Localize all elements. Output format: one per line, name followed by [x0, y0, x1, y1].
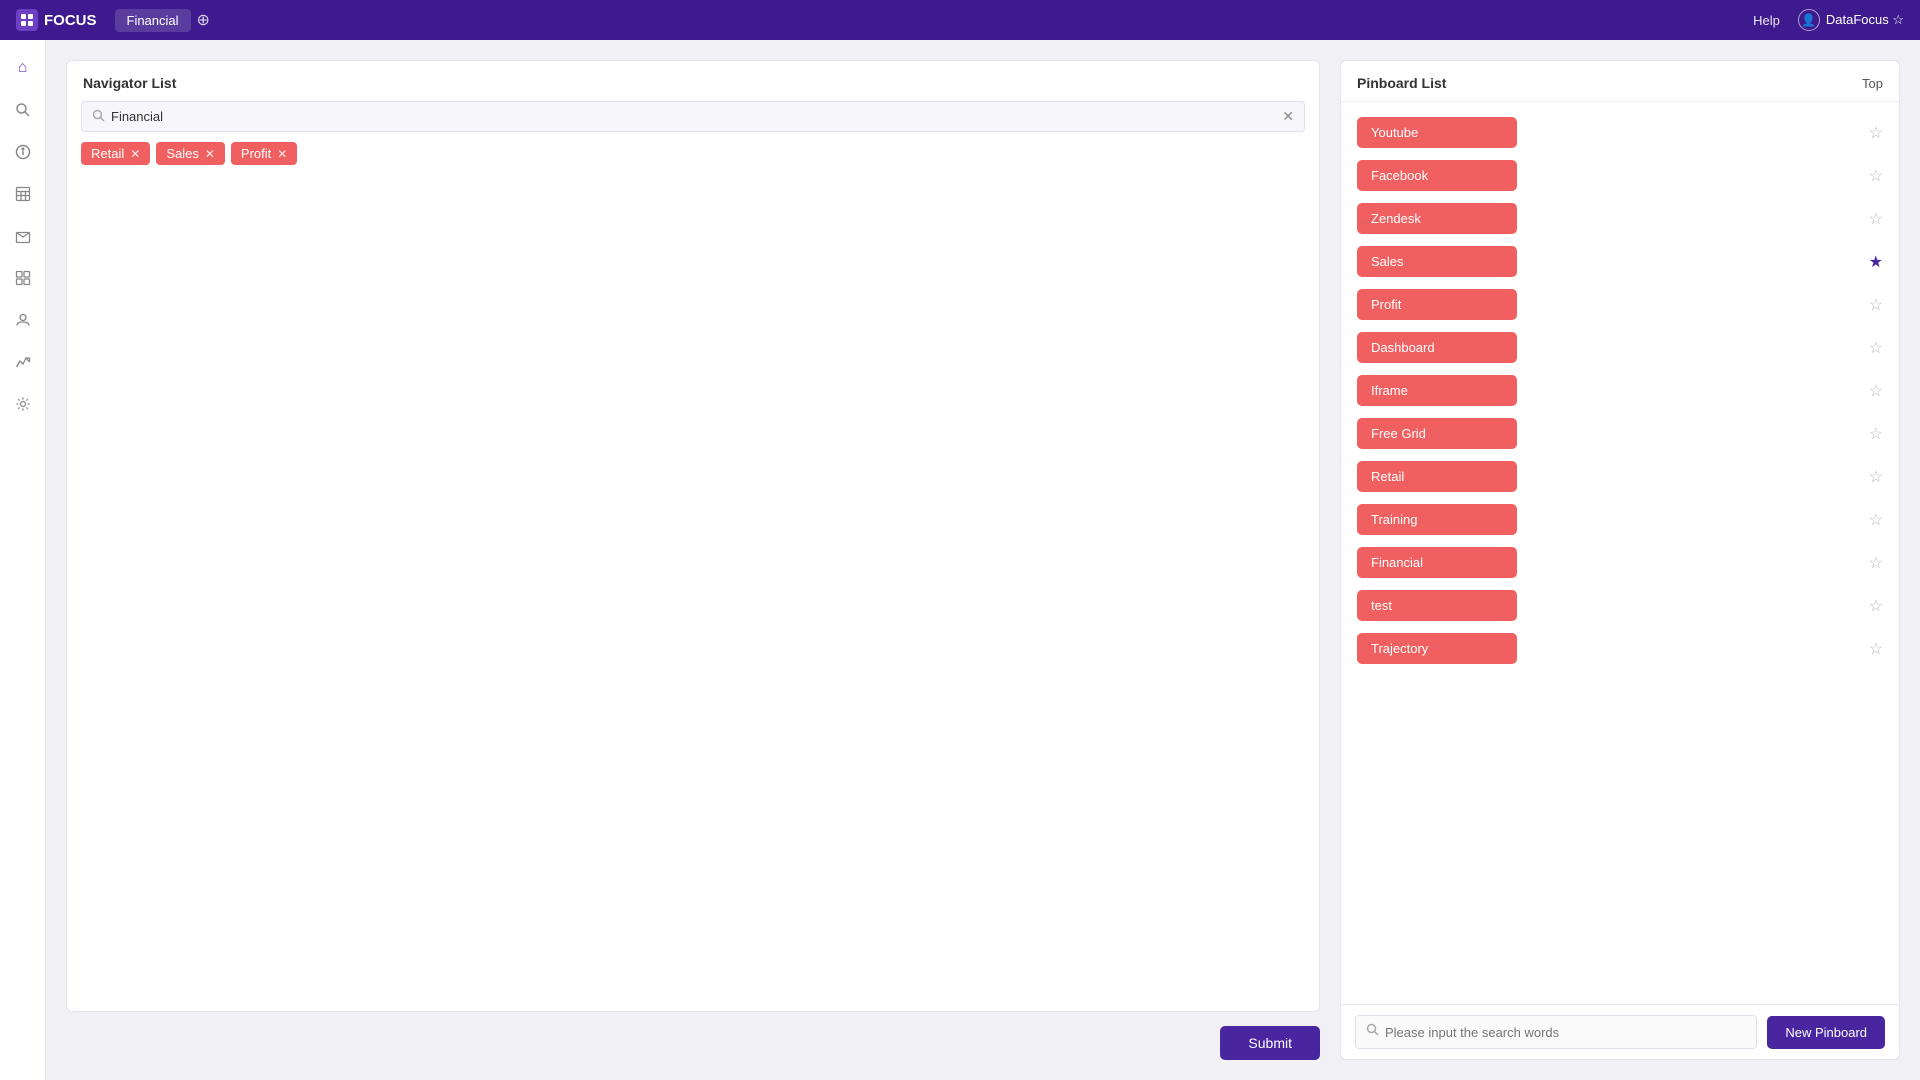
- list-item: Financial ☆: [1357, 542, 1883, 583]
- submit-button[interactable]: Submit: [1220, 1026, 1320, 1060]
- list-item: Iframe ☆: [1357, 370, 1883, 411]
- user-menu[interactable]: 👤 DataFocus ☆: [1798, 9, 1904, 31]
- list-item: test ☆: [1357, 585, 1883, 626]
- star-test[interactable]: ☆: [1869, 596, 1883, 616]
- tag-sales: Sales ✕: [156, 142, 225, 165]
- topbar: FOCUS Financial ⊕ Help 👤 DataFocus ☆: [0, 0, 1920, 40]
- list-item: Sales ★: [1357, 241, 1883, 282]
- star-zendesk[interactable]: ☆: [1869, 209, 1883, 229]
- user-label: DataFocus ☆: [1826, 12, 1904, 28]
- pinboard-panel: Pinboard List Top Youtube ☆ Facebook ☆ Z…: [1340, 60, 1900, 1060]
- tag-retail-close[interactable]: ✕: [130, 147, 140, 161]
- tag-sales-close[interactable]: ✕: [205, 147, 215, 161]
- navigator-title: Navigator List: [67, 61, 1319, 101]
- sidebar-item-inbox[interactable]: [7, 220, 39, 252]
- pinboard-title: Pinboard List: [1357, 75, 1446, 91]
- tag-sales-label: Sales: [166, 146, 199, 161]
- pinboard-item-youtube[interactable]: Youtube: [1357, 117, 1517, 148]
- star-sales[interactable]: ★: [1869, 252, 1883, 272]
- pinboard-footer: New Pinboard: [1341, 1004, 1899, 1059]
- tag-retail-label: Retail: [91, 146, 124, 161]
- search-row: ✕: [81, 101, 1305, 132]
- list-item: Dashboard ☆: [1357, 327, 1883, 368]
- tag-profit-label: Profit: [241, 146, 271, 161]
- topbar-right: Help 👤 DataFocus ☆: [1753, 9, 1904, 31]
- star-dashboard[interactable]: ☆: [1869, 338, 1883, 358]
- pinboard-list: Youtube ☆ Facebook ☆ Zendesk ☆ Sales ★ P…: [1341, 102, 1899, 1004]
- list-item: Trajectory ☆: [1357, 628, 1883, 669]
- pinboard-item-retail[interactable]: Retail: [1357, 461, 1517, 492]
- search-icon: [92, 109, 105, 125]
- pinboard-item-freegrid[interactable]: Free Grid: [1357, 418, 1517, 449]
- pinboard-item-facebook[interactable]: Facebook: [1357, 160, 1517, 191]
- star-youtube[interactable]: ☆: [1869, 123, 1883, 143]
- sidebar: ⌂: [0, 40, 46, 1080]
- pinboard-item-sales[interactable]: Sales: [1357, 246, 1517, 277]
- star-iframe[interactable]: ☆: [1869, 381, 1883, 401]
- pinboard-item-trajectory[interactable]: Trajectory: [1357, 633, 1517, 664]
- sidebar-item-info[interactable]: [7, 136, 39, 168]
- search-icon: [1366, 1023, 1379, 1041]
- star-freegrid[interactable]: ☆: [1869, 424, 1883, 444]
- pinboard-item-training[interactable]: Training: [1357, 504, 1517, 535]
- sidebar-item-table[interactable]: [7, 178, 39, 210]
- star-profit[interactable]: ☆: [1869, 295, 1883, 315]
- list-item: Training ☆: [1357, 499, 1883, 540]
- star-facebook[interactable]: ☆: [1869, 166, 1883, 186]
- pinboard-item-profit[interactable]: Profit: [1357, 289, 1517, 320]
- user-avatar-icon: 👤: [1798, 9, 1820, 31]
- new-pinboard-button[interactable]: New Pinboard: [1767, 1016, 1885, 1049]
- pinboard-item-financial[interactable]: Financial: [1357, 547, 1517, 578]
- pinboard-search-box: [1355, 1015, 1757, 1049]
- pinboard-item-zendesk[interactable]: Zendesk: [1357, 203, 1517, 234]
- pinboard-header: Pinboard List Top: [1341, 61, 1899, 102]
- app-name: FOCUS: [44, 12, 97, 29]
- tag-profit-close[interactable]: ✕: [277, 147, 287, 161]
- navigator-panel: Navigator List ✕ Retail ✕ Sales: [66, 60, 1320, 1012]
- sidebar-item-settings[interactable]: [7, 388, 39, 420]
- list-item: Profit ☆: [1357, 284, 1883, 325]
- list-item: Retail ☆: [1357, 456, 1883, 497]
- star-retail[interactable]: ☆: [1869, 467, 1883, 487]
- sidebar-item-analytics[interactable]: [7, 346, 39, 378]
- pinboard-item-test[interactable]: test: [1357, 590, 1517, 621]
- tag-retail: Retail ✕: [81, 142, 150, 165]
- sidebar-item-grid[interactable]: [7, 262, 39, 294]
- pinboard-top-label[interactable]: Top: [1862, 76, 1883, 91]
- pinboard-item-dashboard[interactable]: Dashboard: [1357, 332, 1517, 363]
- list-item: Free Grid ☆: [1357, 413, 1883, 454]
- submit-row: Submit: [66, 1012, 1320, 1060]
- main-layout: ⌂: [0, 40, 1920, 1080]
- search-clear-button[interactable]: ✕: [1282, 108, 1294, 125]
- navigator-search-input[interactable]: [111, 109, 1276, 124]
- main-content: Navigator List ✕ Retail ✕ Sales: [46, 40, 1340, 1080]
- star-trajectory[interactable]: ☆: [1869, 639, 1883, 659]
- add-tab-button[interactable]: ⊕: [197, 10, 210, 30]
- pinboard-item-iframe[interactable]: Iframe: [1357, 375, 1517, 406]
- list-item: Zendesk ☆: [1357, 198, 1883, 239]
- logo-icon: [16, 9, 38, 31]
- tag-profit: Profit ✕: [231, 142, 297, 165]
- sidebar-item-user[interactable]: [7, 304, 39, 336]
- tags-row: Retail ✕ Sales ✕ Profit ✕: [67, 142, 1319, 177]
- star-training[interactable]: ☆: [1869, 510, 1883, 530]
- app-logo: FOCUS: [16, 9, 97, 31]
- sidebar-item-search[interactable]: [7, 94, 39, 126]
- pinboard-search-input[interactable]: [1385, 1025, 1746, 1040]
- star-financial[interactable]: ☆: [1869, 553, 1883, 573]
- help-button[interactable]: Help: [1753, 13, 1780, 28]
- list-item: Youtube ☆: [1357, 112, 1883, 153]
- sidebar-item-home[interactable]: ⌂: [7, 52, 39, 84]
- list-item: Facebook ☆: [1357, 155, 1883, 196]
- active-tab[interactable]: Financial: [115, 9, 191, 32]
